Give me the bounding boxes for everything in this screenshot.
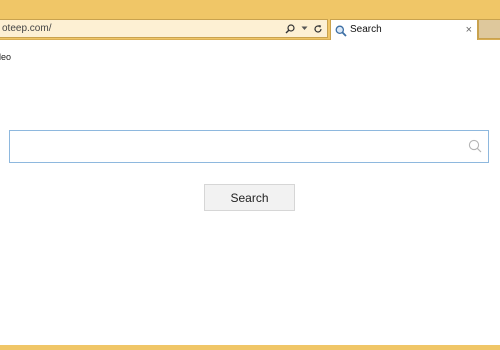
refresh-icon[interactable] <box>313 23 323 35</box>
close-icon[interactable]: × <box>466 23 472 37</box>
chevron-down-icon[interactable] <box>299 23 309 35</box>
search-icon[interactable] <box>285 23 295 35</box>
search-button[interactable]: Search <box>204 184 295 211</box>
address-bar[interactable]: oteep.com/ <box>0 19 328 38</box>
address-url[interactable]: oteep.com/ <box>2 21 51 36</box>
window-bottom-band <box>0 345 500 350</box>
search-icon <box>335 24 347 37</box>
search-box[interactable] <box>9 130 489 164</box>
tab-search[interactable]: Search × <box>330 19 478 40</box>
tab-title: Search <box>350 24 382 35</box>
window-top-band <box>0 0 500 18</box>
nav-link-video[interactable]: deo <box>0 51 11 63</box>
search-icon[interactable] <box>468 139 482 153</box>
address-bar-icons <box>285 21 323 36</box>
browser-window: oteep.com/ Search × eo Search <box>0 0 500 350</box>
search-input[interactable] <box>18 131 462 164</box>
browser-toolbar: oteep.com/ Search × <box>0 18 500 40</box>
new-tab-button[interactable] <box>478 19 500 39</box>
